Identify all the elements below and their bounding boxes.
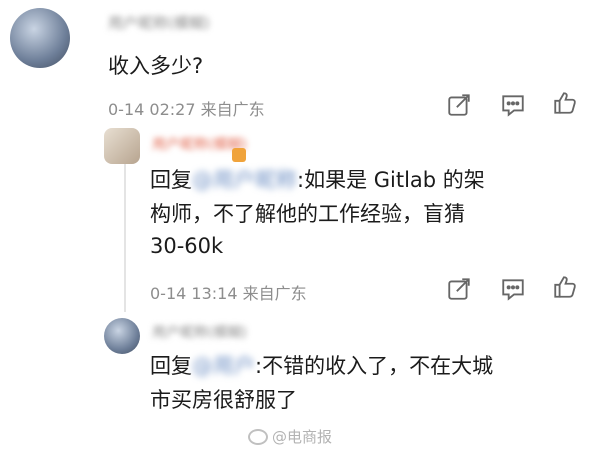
reply-body-line1: :不错的收入了，不在大城 [255, 354, 494, 378]
comment-icon[interactable] [500, 92, 526, 118]
like-icon[interactable] [552, 90, 578, 116]
comment-text: 收入多少? [108, 54, 204, 78]
avatar[interactable] [104, 128, 140, 164]
watermark: @电商报 [248, 426, 332, 447]
reply-prefix: 回复 [150, 354, 192, 378]
reply-body-line3: 30-60k [150, 234, 224, 258]
weibo-logo-icon [248, 428, 268, 445]
reply-prefix: 回复 [150, 168, 192, 192]
share-icon[interactable] [446, 92, 472, 118]
comment-meta: 0-14 13:14 来自广东 [150, 284, 307, 303]
share-icon[interactable] [446, 276, 472, 302]
user-badge [232, 148, 246, 162]
thread-line [124, 140, 126, 312]
comment-meta: 0-14 02:27 来自广东 [108, 100, 265, 119]
reply-mention[interactable]: @用户昵称 [192, 168, 297, 192]
reply-body-line1: :如果是 Gitlab 的架 [297, 168, 485, 192]
like-icon[interactable] [552, 274, 578, 300]
comment-icon[interactable] [500, 276, 526, 302]
avatar[interactable] [104, 318, 140, 354]
avatar[interactable] [10, 8, 70, 68]
username[interactable]: 用户昵称(模糊) [152, 322, 247, 342]
reply-body-line2: 构师，不了解他的工作经验，盲猜 [150, 202, 465, 226]
reply-mention[interactable]: @用户 [192, 354, 255, 378]
username[interactable]: 用户昵称(模糊) [108, 12, 210, 33]
reply-text: 回复@用户:不错的收入了，不在大城 [150, 350, 493, 382]
reply-body-line2: 市买房很舒服了 [150, 388, 297, 412]
reply-text: 回复@用户昵称:如果是 Gitlab 的架 [150, 164, 485, 196]
watermark-text: @电商报 [272, 428, 333, 446]
